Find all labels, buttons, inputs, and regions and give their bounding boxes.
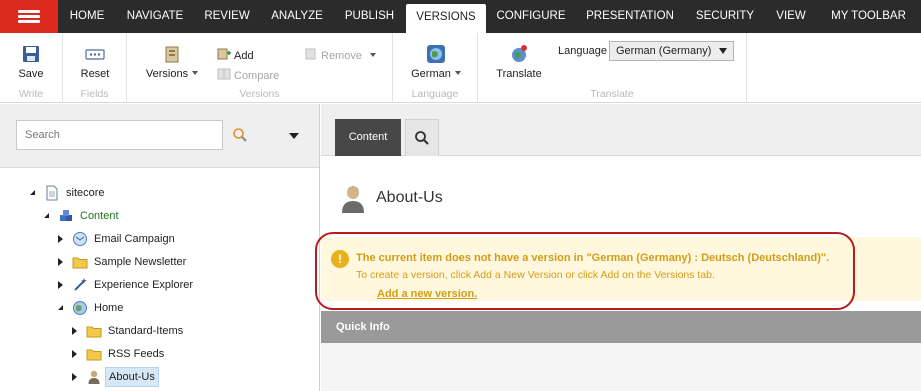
add-version-icon <box>217 48 231 60</box>
save-icon <box>23 46 39 62</box>
email-campaign-icon <box>73 232 87 246</box>
compare-button[interactable]: Compare <box>217 67 279 82</box>
reset-label: Reset <box>80 68 110 80</box>
expander-collapsed-icon[interactable] <box>58 235 63 243</box>
quick-info-body <box>321 343 921 391</box>
versions-icon <box>165 46 179 63</box>
person-icon <box>342 186 364 213</box>
explorer-wand-icon <box>74 278 87 291</box>
translate-icon <box>512 45 527 62</box>
expander-collapsed-icon[interactable] <box>58 281 63 289</box>
language-dropdown-button[interactable]: German <box>407 44 465 80</box>
content-cubes-icon <box>60 210 72 221</box>
translate-label: Translate <box>496 68 542 80</box>
folder-icon <box>86 326 102 338</box>
tree-search-bar <box>0 104 319 168</box>
tree-node-label: sitecore <box>66 187 105 199</box>
reset-fields-icon <box>85 49 105 60</box>
language-select[interactable]: German (Germany) <box>609 41 734 61</box>
search-input[interactable] <box>16 120 223 150</box>
tab-review[interactable]: REVIEW <box>194 0 260 33</box>
tree-node-label: Standard-Items <box>108 325 184 337</box>
search-icon[interactable] <box>232 127 248 143</box>
expander-collapsed-icon[interactable] <box>58 258 63 266</box>
item-title: About-Us <box>376 189 443 206</box>
tab-security[interactable]: SECURITY <box>684 0 766 33</box>
chevron-down-icon <box>369 53 376 57</box>
tab-search[interactable] <box>405 119 439 156</box>
tree-node-label: RSS Feeds <box>108 348 165 360</box>
document-icon <box>46 185 58 201</box>
tab-content[interactable]: Content <box>335 119 401 156</box>
search-icon <box>415 131 429 145</box>
ribbon-group-versions: Versions Add Compare Remove Versions <box>127 33 393 103</box>
ribbon-group-write: Save Write <box>0 33 63 103</box>
expander-collapsed-icon[interactable] <box>72 350 77 358</box>
tab-analyze[interactable]: ANALYZE <box>260 0 334 33</box>
add-label: Add <box>234 50 254 62</box>
folder-icon <box>72 257 88 269</box>
remove-label: Remove <box>321 50 362 62</box>
chevron-down-icon <box>454 71 461 75</box>
reset-button[interactable]: Reset <box>75 44 115 80</box>
add-version-button[interactable]: Add <box>217 47 254 62</box>
expander-expanded-icon[interactable] <box>58 305 63 310</box>
globe-icon <box>73 301 87 315</box>
content-tree-panel: sitecore Content Email Campaign Sample N… <box>0 104 320 391</box>
group-label-translate: Translate <box>590 88 634 100</box>
language-select-value: German (Germany) <box>616 45 712 57</box>
tree-node-label: Sample Newsletter <box>94 256 187 268</box>
translate-button[interactable]: Translate <box>494 44 544 80</box>
tree-node-label: About-Us <box>105 367 159 387</box>
save-button[interactable]: Save <box>12 44 50 80</box>
tree-node-label: Email Campaign <box>94 233 175 245</box>
language-button-label: German <box>411 68 451 80</box>
expander-collapsed-icon[interactable] <box>72 373 77 381</box>
tab-my-toolbar[interactable]: MY TOOLBAR <box>816 0 921 33</box>
save-label: Save <box>18 68 44 80</box>
tab-versions[interactable]: VERSIONS <box>406 4 486 33</box>
expander-expanded-icon[interactable] <box>30 190 35 195</box>
tab-presentation[interactable]: PRESENTATION <box>576 0 684 33</box>
tab-configure[interactable]: CONFIGURE <box>486 0 576 33</box>
tree-options-dropdown-icon[interactable] <box>289 133 299 139</box>
ribbon: Save Write Reset Fields Versions Add Com… <box>0 33 921 103</box>
ribbon-group-fields: Reset Fields <box>63 33 127 103</box>
group-label-write: Write <box>18 88 44 100</box>
language-select-label: Language <box>558 45 607 57</box>
tree-node-label: Home <box>94 302 124 314</box>
tab-home[interactable]: HOME <box>58 0 116 33</box>
remove-version-icon <box>305 48 316 60</box>
expander-expanded-icon[interactable] <box>44 213 49 218</box>
compare-label: Compare <box>234 70 280 82</box>
hamburger-menu-icon[interactable] <box>0 0 58 33</box>
tab-view[interactable]: VIEW <box>766 0 816 33</box>
versions-dropdown-button[interactable]: Versions <box>143 44 201 80</box>
ribbon-group-language: German Language <box>393 33 478 103</box>
folder-icon <box>86 349 102 361</box>
tree-node-label: Content <box>80 210 119 222</box>
chevron-down-icon <box>192 71 199 75</box>
group-label-fields: Fields <box>80 88 109 100</box>
expander-collapsed-icon[interactable] <box>72 327 77 335</box>
top-menu-bar: HOME NAVIGATE REVIEW ANALYZE PUBLISH VER… <box>0 0 921 33</box>
tab-publish[interactable]: PUBLISH <box>334 0 405 33</box>
dropdown-arrow-icon <box>719 48 727 54</box>
versions-label: Versions <box>145 68 189 80</box>
person-icon <box>88 370 100 384</box>
quick-info-section-header[interactable]: Quick Info <box>321 311 921 343</box>
group-label-language: Language <box>411 88 459 100</box>
remove-version-button[interactable]: Remove <box>304 47 376 62</box>
globe-language-icon <box>427 45 445 63</box>
compare-icon <box>217 68 231 80</box>
group-label-versions: Versions <box>239 88 280 100</box>
tab-navigate[interactable]: NAVIGATE <box>116 0 194 33</box>
tree-node-label: Experience Explorer <box>94 279 194 291</box>
editor-tab-strip: Content <box>321 104 921 156</box>
annotation-highlight-oval <box>315 232 855 310</box>
